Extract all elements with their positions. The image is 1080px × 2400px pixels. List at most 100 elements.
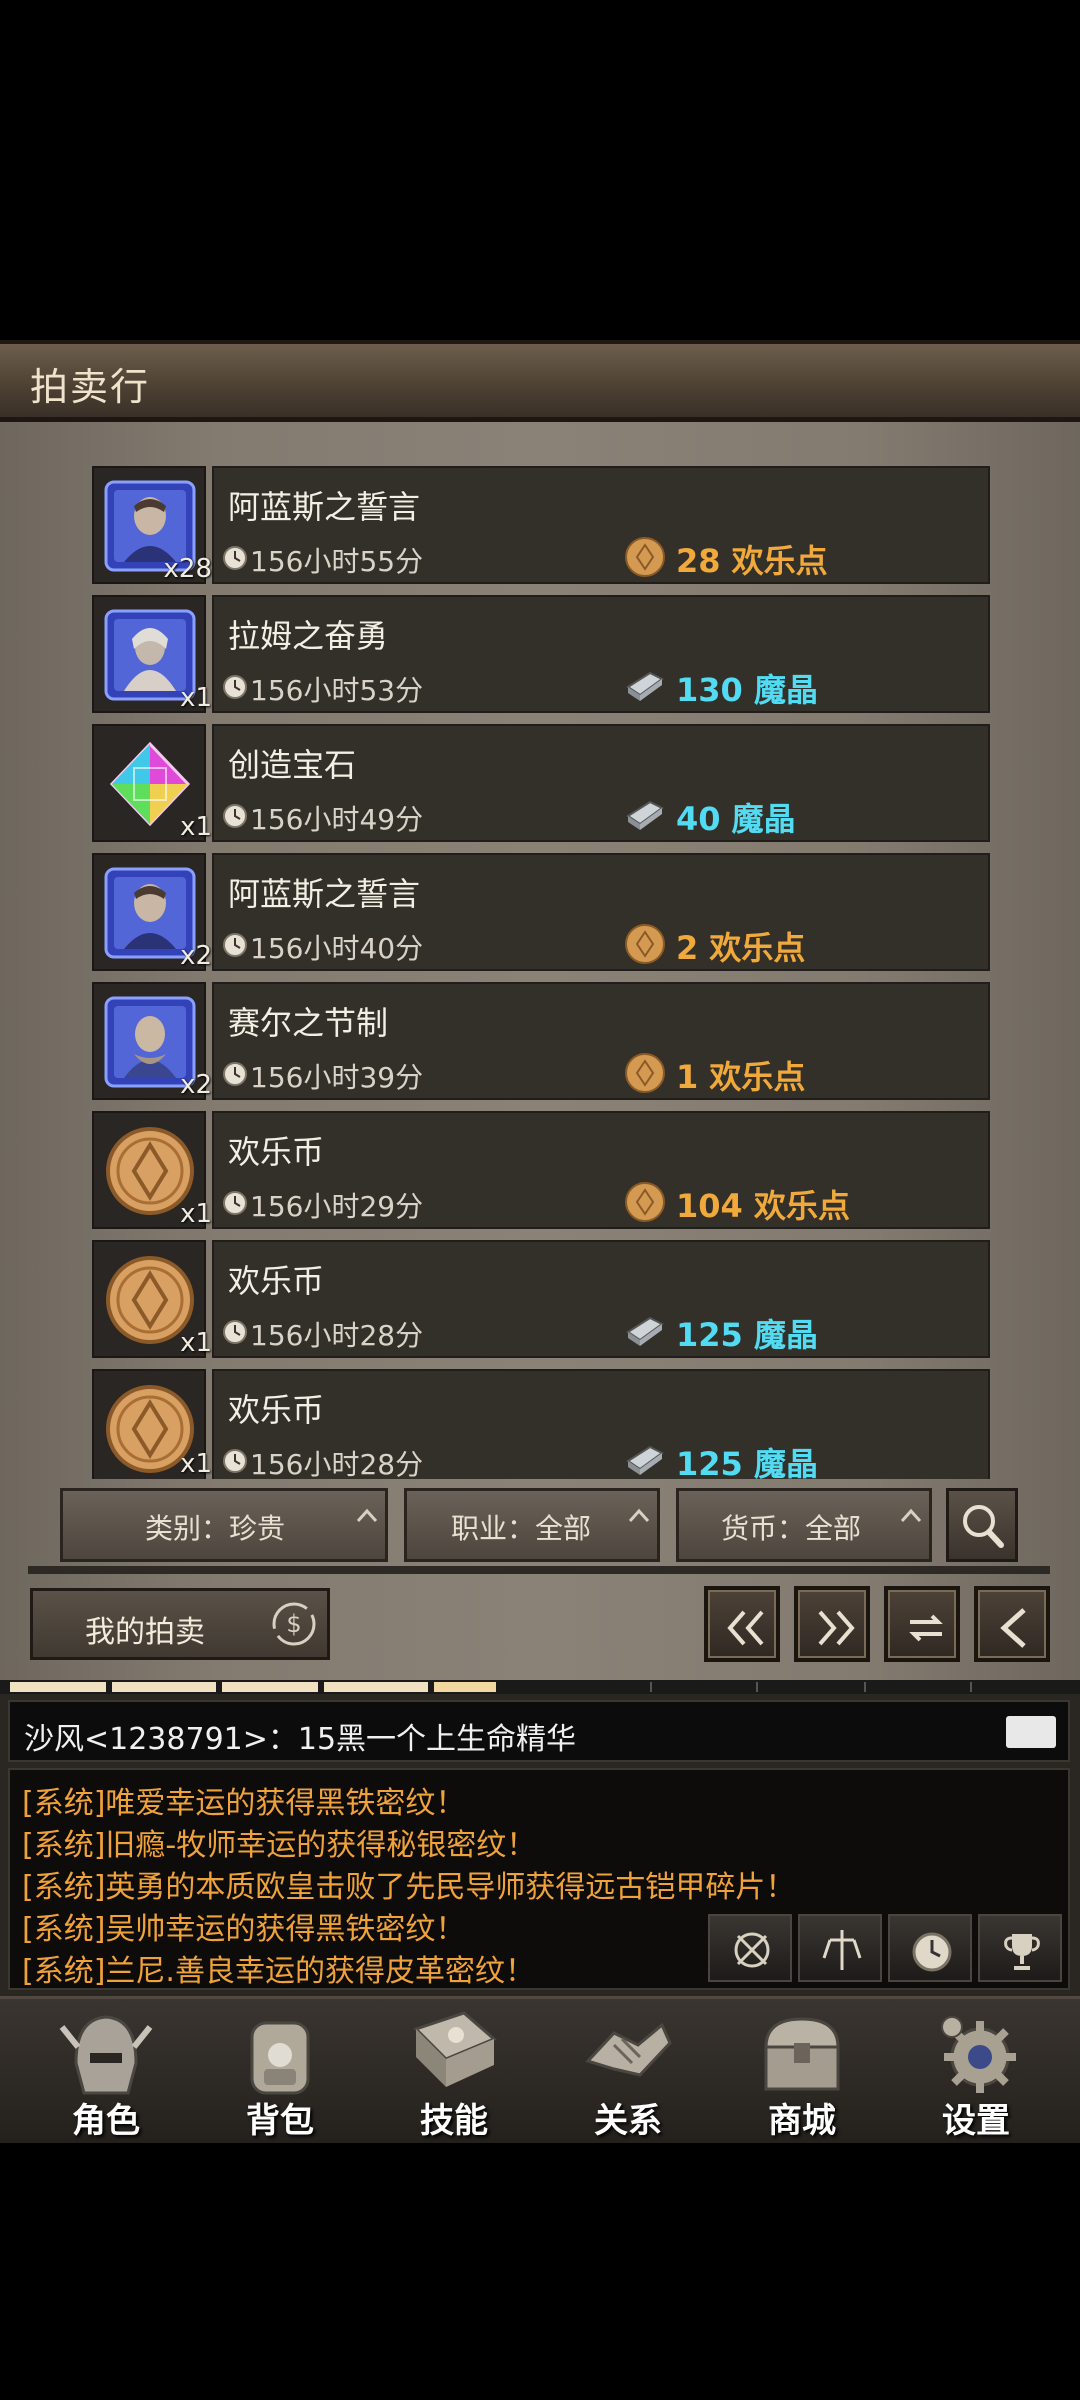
nav-relations[interactable]: 关系: [548, 1999, 708, 2143]
system-message: [系统]英勇的本质欧皇击败了先民导师获得远古铠甲碎片！: [22, 1870, 796, 1905]
listing-info[interactable]: 赛尔之节制 156小时39分 1 欢乐点: [212, 982, 990, 1100]
listing-info[interactable]: 拉姆之奋勇 156小时53分 130 魔晶: [212, 595, 990, 713]
hammer-icon: [822, 1930, 862, 1970]
listing-info[interactable]: 欢乐币 156小时29分 104 欢乐点: [212, 1111, 990, 1229]
listing-row[interactable]: x1 创造宝石 156小时49分 40 魔晶: [92, 724, 990, 842]
chat-latest-message: 沙风<1238791>：15黑一个上生命精华: [24, 1722, 577, 1757]
my-auction-label: 我的拍卖: [85, 1615, 205, 1650]
listing-row[interactable]: x2 赛尔之节制 156小时39分 1 欢乐点: [92, 982, 990, 1100]
nav-backpack[interactable]: 背包: [200, 1999, 360, 2143]
category-filter-label: 类别：珍贵: [145, 1512, 286, 1545]
listing-info[interactable]: 欢乐币 156小时28分 125 魔晶: [212, 1369, 990, 1479]
item-name: 拉姆之奋勇: [228, 617, 389, 655]
item-slot[interactable]: x2: [92, 853, 212, 971]
clock-icon: [223, 1062, 247, 1086]
double-chevron-left-icon: [727, 1610, 764, 1646]
currency-filter[interactable]: 货币：全部: [676, 1488, 932, 1562]
craft-tool-button[interactable]: [798, 1914, 882, 1982]
item-slot[interactable]: x1: [92, 1369, 212, 1479]
refresh-button[interactable]: [884, 1586, 960, 1662]
timer-tool-button[interactable]: [888, 1914, 972, 1982]
first-page-button[interactable]: [704, 1586, 780, 1662]
bottom-nav: 角色 背包 技能 关系 商城 设置: [0, 1996, 1080, 2143]
segment-bar: [0, 1680, 1080, 1694]
listing-row[interactable]: x1 欢乐币 156小时29分 104 欢乐点: [92, 1111, 990, 1229]
double-chevron-right-icon: [818, 1610, 855, 1646]
segment-tick: [756, 1682, 758, 1692]
item-slot[interactable]: x1: [92, 595, 212, 713]
price: 130 魔晶: [676, 671, 818, 709]
joy-point-icon: [625, 1053, 665, 1093]
nav-character[interactable]: 角色: [26, 1999, 186, 2143]
clock-icon: [912, 1932, 952, 1972]
system-message: [系统]兰尼.善良幸运的获得皮革密纹！: [22, 1954, 535, 1989]
segment: [10, 1682, 106, 1692]
back-button[interactable]: [974, 1586, 1050, 1662]
price: 125 魔晶: [676, 1316, 818, 1354]
listing-info[interactable]: 阿蓝斯之誓言 156小时55分 28 欢乐点: [212, 466, 990, 584]
currency-filter-label: 货币：全部: [721, 1512, 862, 1545]
listing-row[interactable]: x2 阿蓝斯之誓言 156小时40分 2 欢乐点: [92, 853, 990, 971]
keyboard-icon[interactable]: [1006, 1716, 1056, 1748]
gear-icon: [941, 2016, 1016, 2093]
item-name: 欢乐币: [228, 1391, 325, 1429]
crossed-swords-icon: [734, 1932, 770, 1968]
refresh-icon: [909, 1614, 943, 1642]
nav-character-label: 角色: [72, 2101, 140, 2141]
joy-point-icon: [625, 924, 665, 964]
segment-tick: [650, 1682, 652, 1692]
remaining-time: 156小时28分: [250, 1319, 424, 1352]
price: 40 魔晶: [676, 800, 796, 838]
remaining-time: 156小时28分: [250, 1448, 424, 1479]
category-filter[interactable]: 类别：珍贵: [60, 1488, 388, 1562]
price: 125 魔晶: [676, 1445, 818, 1479]
joy-point-icon: [625, 1182, 665, 1222]
item-count: x1: [180, 1328, 212, 1358]
handshake-icon: [585, 2022, 672, 2077]
listing-info[interactable]: 阿蓝斯之誓言 156小时40分 2 欢乐点: [212, 853, 990, 971]
my-auction-button[interactable]: 我的拍卖 $: [30, 1588, 330, 1660]
listing-row[interactable]: x1 拉姆之奋勇 156小时53分 130 魔晶: [92, 595, 990, 713]
item-name: 阿蓝斯之誓言: [228, 488, 421, 526]
segment: [434, 1682, 496, 1692]
item-slot[interactable]: x2: [92, 982, 212, 1100]
nav-settings[interactable]: 设置: [896, 1999, 1056, 2143]
listing-info[interactable]: 创造宝石 156小时49分 40 魔晶: [212, 724, 990, 842]
search-button[interactable]: [946, 1488, 1018, 1562]
chat-bar[interactable]: 沙风<1238791>：15黑一个上生命精华: [8, 1700, 1070, 1762]
remaining-time: 156小时40分: [250, 932, 424, 965]
listing-row[interactable]: x1 欢乐币 156小时28分 125 魔晶: [92, 1240, 990, 1358]
price: 1 欢乐点: [676, 1058, 806, 1096]
backpack-icon: [250, 2021, 310, 2095]
chevron-left-icon: [1000, 1608, 1026, 1648]
spellbook-icon: [413, 2011, 497, 2087]
profession-filter-label: 职业：全部: [451, 1512, 592, 1545]
nav-skills[interactable]: 技能: [374, 1999, 534, 2143]
item-count: x1: [180, 1449, 212, 1479]
page-title: 拍卖行: [30, 365, 151, 409]
item-slot[interactable]: x1: [92, 724, 212, 842]
item-name: 创造宝石: [228, 746, 357, 784]
item-slot[interactable]: x1: [92, 1111, 212, 1229]
listing-row[interactable]: x1 欢乐币 156小时28分 125 魔晶: [92, 1369, 990, 1479]
achievement-tool-button[interactable]: [978, 1914, 1062, 1982]
item-slot[interactable]: x28: [92, 466, 212, 584]
profession-filter[interactable]: 职业：全部: [404, 1488, 660, 1562]
battle-tool-button[interactable]: [708, 1914, 792, 1982]
system-message: [系统]唯爱幸运的获得黑铁密纹！: [22, 1786, 466, 1821]
item-slot[interactable]: x1: [92, 1240, 212, 1358]
item-count: x2: [180, 1070, 212, 1100]
magic-crystal-icon: [626, 800, 664, 830]
segment: [222, 1682, 318, 1692]
title-bar: 拍卖行: [0, 340, 1080, 422]
magic-crystal-icon: [626, 1445, 664, 1475]
clock-icon: [223, 1449, 247, 1473]
listing-info[interactable]: 欢乐币 156小时28分 125 魔晶: [212, 1240, 990, 1358]
svg-text:$: $: [286, 1610, 301, 1638]
segment: [112, 1682, 216, 1692]
nav-shop[interactable]: 商城: [722, 1999, 882, 2143]
listing-row[interactable]: x28 阿蓝斯之誓言 156小时55分 28 欢乐点: [92, 466, 990, 584]
clock-icon: [223, 933, 247, 957]
divider: [28, 1566, 1050, 1574]
last-page-button[interactable]: [794, 1586, 870, 1662]
